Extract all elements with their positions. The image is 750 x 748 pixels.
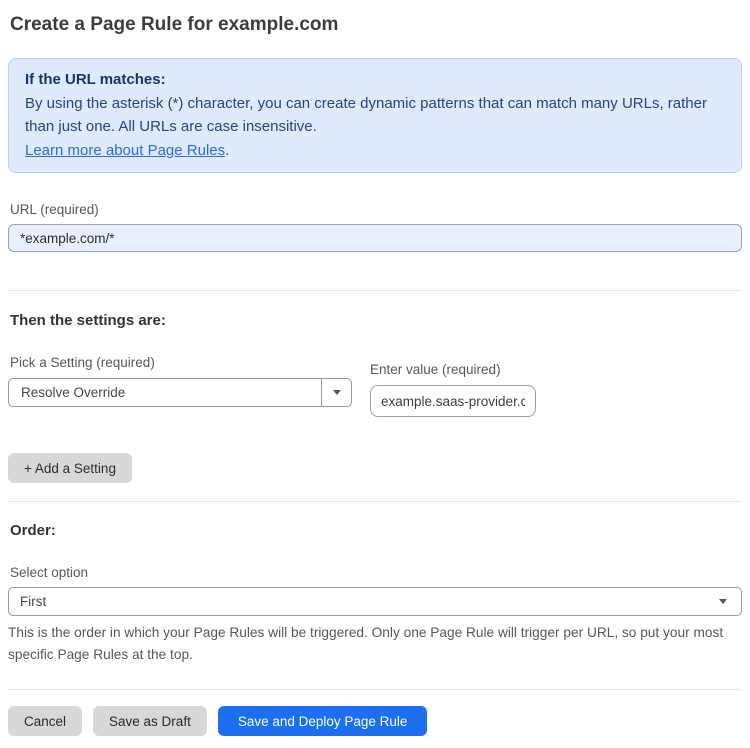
pick-setting-dropdown-button[interactable] [321, 379, 351, 406]
page-title: Create a Page Rule for example.com [10, 14, 339, 35]
pick-setting-column: Pick a Setting (required) Resolve Overri… [8, 354, 352, 407]
order-selected-value: First [20, 594, 47, 609]
order-select-label: Select option [10, 565, 89, 580]
pick-setting-selected-value: Resolve Override [21, 385, 126, 400]
footer-actions: Cancel Save as Draft Save and Deploy Pag… [8, 706, 742, 748]
url-field-label: URL (required) [10, 202, 99, 217]
add-setting-button[interactable]: + Add a Setting [8, 453, 132, 483]
caret-down-icon [719, 599, 727, 604]
url-match-info-box: If the URL matches: By using the asteris… [8, 58, 742, 173]
save-as-draft-button[interactable]: Save as Draft [93, 706, 207, 736]
learn-more-link[interactable]: Learn more about Page Rules [25, 142, 225, 159]
info-box-body: By using the asterisk (*) character, you… [25, 94, 707, 136]
order-help-text: This is the order in which your Page Rul… [8, 625, 724, 662]
order-select[interactable]: First [8, 587, 742, 616]
divider [8, 501, 742, 502]
info-box-link-line: Learn more about Page Rules. [25, 139, 725, 163]
order-section-heading: Order: [10, 522, 56, 539]
info-box-heading: If the URL matches: [25, 71, 166, 88]
settings-section-heading: Then the settings are: [10, 312, 166, 329]
caret-down-icon [332, 390, 341, 395]
order-caret-wrap [719, 599, 741, 604]
url-input[interactable] [8, 224, 742, 252]
save-and-deploy-button[interactable]: Save and Deploy Page Rule [217, 706, 428, 736]
divider [8, 689, 742, 690]
cancel-button[interactable]: Cancel [8, 706, 83, 736]
settings-row: Pick a Setting (required) Resolve Overri… [8, 354, 742, 417]
enter-value-column: Enter value (required) [370, 361, 536, 417]
link-suffix: . [225, 141, 230, 159]
divider [8, 290, 742, 291]
enter-value-label: Enter value (required) [370, 362, 501, 377]
pick-setting-select[interactable]: Resolve Override [8, 378, 352, 407]
pick-setting-label: Pick a Setting (required) [10, 355, 155, 370]
setting-value-input[interactable] [370, 385, 536, 417]
